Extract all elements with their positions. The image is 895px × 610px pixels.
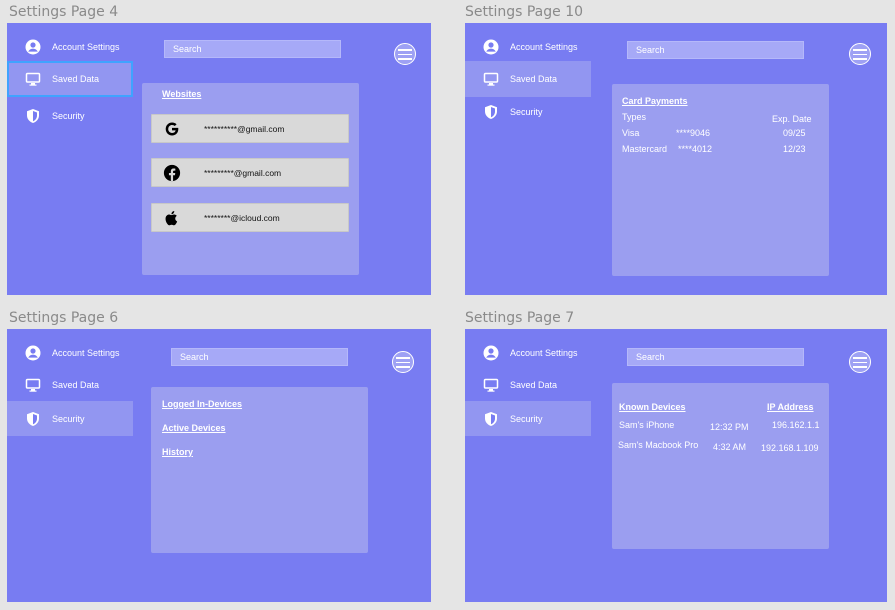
nav-label: Account Settings bbox=[510, 42, 578, 52]
nav-account-settings[interactable]: Account Settings bbox=[465, 335, 591, 371]
frame-title-page4: Settings Page 4 bbox=[9, 4, 119, 20]
user-circle-icon bbox=[483, 345, 499, 361]
shield-icon bbox=[485, 411, 497, 426]
saved-email: *********@gmail.com bbox=[204, 168, 282, 178]
user-circle-icon bbox=[483, 39, 499, 55]
google-icon bbox=[165, 122, 179, 136]
card-exp: 12/23 bbox=[783, 144, 806, 154]
nav-account-settings[interactable]: Account Settings bbox=[465, 29, 591, 65]
device-ip: 196.162.1.1 bbox=[772, 420, 820, 430]
menu-icon[interactable] bbox=[392, 351, 414, 373]
search-input[interactable]: Search bbox=[627, 348, 804, 366]
device-name: Sam's iPhone bbox=[619, 420, 675, 430]
nav-security[interactable]: Security bbox=[7, 401, 133, 436]
nav-label: Security bbox=[510, 107, 543, 117]
device-name: Sam's Macbook Pro bbox=[618, 440, 699, 450]
nav-saved-data[interactable]: Saved Data bbox=[7, 61, 133, 97]
card-payments-panel: Card Payments Types Exp. Date Visa ****9… bbox=[612, 84, 829, 276]
nav-label: Saved Data bbox=[510, 74, 558, 84]
settings-page-7-frame: Account Settings Saved Data Security Sea… bbox=[465, 329, 887, 602]
search-input[interactable]: Search bbox=[627, 41, 804, 59]
card-type: Visa bbox=[622, 128, 640, 138]
card-number: ****9046 bbox=[676, 128, 711, 138]
card-type: Mastercard bbox=[622, 144, 668, 154]
link-logged-in-devices[interactable]: Logged In-Devices bbox=[162, 399, 242, 409]
card-number: ****4012 bbox=[678, 144, 713, 154]
column-header-known-devices: Known Devices bbox=[619, 402, 686, 412]
menu-icon[interactable] bbox=[394, 43, 416, 65]
settings-page-4-frame: Account Settings Saved Data Security Sea… bbox=[7, 23, 431, 295]
saved-email: ********@icloud.com bbox=[204, 213, 280, 223]
facebook-icon bbox=[163, 164, 181, 182]
saved-email: **********@gmail.com bbox=[204, 124, 285, 134]
nav-label: Account Settings bbox=[52, 348, 120, 358]
nav-saved-data[interactable]: Saved Data bbox=[465, 61, 591, 97]
nav-label: Saved Data bbox=[52, 74, 100, 84]
link-active-devices[interactable]: Active Devices bbox=[162, 423, 226, 433]
link-history[interactable]: History bbox=[162, 447, 193, 457]
device-ip: 192.168.1.109 bbox=[761, 443, 819, 453]
device-time: 4:32 AM bbox=[713, 442, 747, 452]
nav-account-settings[interactable]: Account Settings bbox=[7, 29, 133, 65]
nav-label: Saved Data bbox=[510, 380, 558, 390]
device-time: 12:32 PM bbox=[710, 422, 749, 432]
user-circle-icon bbox=[25, 345, 41, 361]
nav-security[interactable]: Security bbox=[465, 94, 591, 130]
nav-label: Account Settings bbox=[510, 348, 578, 358]
frame-title-page7: Settings Page 7 bbox=[465, 310, 575, 326]
nav-saved-data[interactable]: Saved Data bbox=[465, 367, 591, 403]
frame-title-page6: Settings Page 6 bbox=[9, 310, 119, 326]
monitor-icon bbox=[483, 72, 499, 86]
apple-icon bbox=[165, 210, 178, 226]
nav-label: Account Settings bbox=[52, 42, 120, 52]
user-circle-icon bbox=[25, 39, 41, 55]
search-input[interactable]: Search bbox=[164, 40, 341, 58]
nav-label: Security bbox=[510, 413, 543, 424]
search-input[interactable]: Search bbox=[171, 348, 348, 366]
shield-icon bbox=[485, 105, 497, 119]
panel-heading: Card Payments bbox=[622, 96, 688, 106]
nav-security[interactable]: Security bbox=[7, 98, 133, 134]
websites-panel: Websites **********@gmail.com *********@… bbox=[142, 83, 359, 275]
nav-label: Security bbox=[52, 413, 85, 424]
menu-icon[interactable] bbox=[849, 351, 871, 373]
menu-icon[interactable] bbox=[849, 43, 871, 65]
monitor-icon bbox=[483, 378, 499, 392]
nav-label: Saved Data bbox=[52, 380, 100, 390]
shield-icon bbox=[27, 411, 39, 426]
card-exp: 09/25 bbox=[783, 128, 806, 138]
saved-site-row[interactable]: *********@gmail.com bbox=[151, 158, 349, 187]
settings-page-6-frame: Account Settings Saved Data Security Sea… bbox=[7, 329, 431, 602]
column-header-ip-address: IP Address bbox=[767, 402, 814, 412]
saved-site-row[interactable]: ********@icloud.com bbox=[151, 203, 349, 232]
nav-saved-data[interactable]: Saved Data bbox=[7, 367, 133, 403]
security-options-panel: Logged In-Devices Active Devices History bbox=[151, 387, 368, 553]
frame-title-page10: Settings Page 10 bbox=[465, 4, 584, 20]
column-header-types: Types bbox=[622, 112, 647, 122]
panel-heading: Websites bbox=[162, 89, 202, 99]
monitor-icon bbox=[25, 378, 41, 392]
settings-page-10-frame: Account Settings Saved Data Security Sea… bbox=[465, 23, 887, 295]
nav-label: Security bbox=[52, 111, 85, 121]
shield-icon bbox=[27, 109, 39, 123]
nav-account-settings[interactable]: Account Settings bbox=[7, 335, 133, 371]
nav-security[interactable]: Security bbox=[465, 401, 591, 436]
column-header-exp-date: Exp. Date bbox=[772, 114, 812, 124]
saved-site-row[interactable]: **********@gmail.com bbox=[151, 114, 349, 143]
monitor-icon bbox=[25, 72, 41, 86]
known-devices-panel: Known Devices IP Address Sam's iPhone 12… bbox=[612, 383, 829, 549]
